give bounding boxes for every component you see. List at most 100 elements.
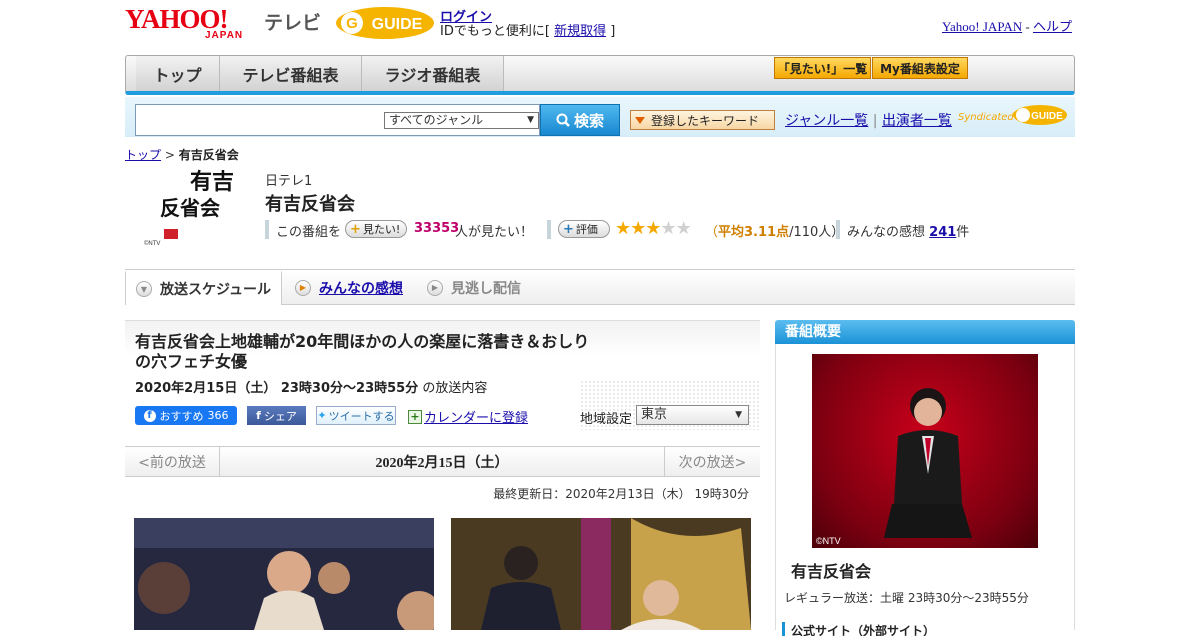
star-filled-icon: ★ xyxy=(645,218,661,239)
yahoo-japan-link[interactable]: Yahoo! JAPAN xyxy=(942,19,1022,34)
sidebar-program-photo-art: ©NTV xyxy=(816,388,972,546)
mitai-button-label: 見たい! xyxy=(362,223,401,236)
tweet-button-label: ツイートする xyxy=(328,409,395,423)
play-icon: ▶ xyxy=(295,279,311,296)
episode-date-line: 2020年2月15日（土） 23時30分～23時55分 の放送内容 xyxy=(135,377,487,396)
mitai-list-button[interactable]: 「見たい!」一覧 xyxy=(774,57,871,79)
facebook-share-button[interactable]: f シェア xyxy=(247,406,306,425)
genre-list-link[interactable]: ジャンル一覧 xyxy=(785,113,868,129)
stats-divider xyxy=(265,220,269,239)
breadcrumb-current: 有吉反省会 xyxy=(178,148,239,162)
episode-photo-2[interactable] xyxy=(451,518,751,630)
rating-stars: ★★★★★ xyxy=(615,218,692,239)
impressions-suffix: 件 xyxy=(956,225,970,240)
keyword-button-label: 登録したキーワード xyxy=(651,113,760,128)
tab-impressions[interactable]: ▶ みんなの感想 xyxy=(285,270,415,305)
sidebar-program-title: 有吉反省会 xyxy=(791,562,872,581)
calendar-plus-icon: + xyxy=(408,409,422,424)
stats-divider xyxy=(547,220,551,239)
syndicated-text: Syndicated xyxy=(958,112,1014,123)
nav-tab-tv[interactable]: テレビ番組表 xyxy=(220,56,362,91)
gguide-logo-text: GUIDE xyxy=(372,16,423,33)
tab-streaming[interactable]: ▶ 見逃し配信 xyxy=(417,270,537,305)
prev-broadcast-link[interactable]: <前の放送 xyxy=(125,447,220,476)
genre-select[interactable]: すべてのジャンル xyxy=(384,112,539,129)
region-select-value: 東京 xyxy=(641,407,668,422)
broadcast-pager: <前の放送 2020年2月15日（土） 次の放送> xyxy=(125,446,760,477)
impressions-summary: みんなの感想 241件 xyxy=(847,221,969,240)
plus-icon: + xyxy=(563,221,574,237)
program-tabs: ▼ 放送スケジュール ▶ みんなの感想 ▶ 見逃し配信 xyxy=(125,269,1075,305)
mitai-button[interactable]: + 見たい! xyxy=(345,220,408,238)
this-program-label: この番組を xyxy=(276,225,342,240)
link-separator: - xyxy=(1025,19,1030,34)
star-empty-icon: ★ xyxy=(660,218,676,239)
impressions-label: みんなの感想 xyxy=(847,225,926,240)
twitter-bird-icon: ✦ xyxy=(317,409,327,422)
calendar-register-link[interactable]: カレンダーに登録 xyxy=(424,407,528,426)
episode-title: 有吉反省会上地雄輔が20年間ほかの人の楽屋に落書き＆おしりの穴フェチ女優 xyxy=(135,332,590,371)
rating-button[interactable]: + 評価 xyxy=(558,220,610,238)
facebook-icon: f xyxy=(143,409,156,422)
tab-streaming-label: 見逃し配信 xyxy=(451,280,521,297)
calendar-register[interactable]: + カレンダーに登録 xyxy=(408,407,528,426)
pager-current-date: 2020年2月15日（土） xyxy=(375,455,509,471)
help-link[interactable]: ヘルプ xyxy=(1033,19,1072,34)
search-links: ジャンル一覧 | 出演者一覧 xyxy=(785,110,952,130)
play-icon: ▶ xyxy=(427,279,443,296)
sidebar-air-time: レギュラー放送：土曜 23時30分～23時55分 xyxy=(784,591,1029,605)
program-stats: この番組を + 見たい! 33353 人が見たい！ + 評価 ★★★★★ （平均… xyxy=(265,218,985,240)
tab-impressions-label[interactable]: みんなの感想 xyxy=(319,278,403,298)
sidebar-heading: 番組概要 xyxy=(775,320,1075,344)
tweet-button[interactable]: ✦ ツイートする xyxy=(316,406,396,425)
episode-photo-2-art xyxy=(451,518,751,630)
stats-divider xyxy=(836,220,840,239)
search-button-label: 検索 xyxy=(573,111,604,130)
top-right-links: Yahoo! JAPAN - ヘルプ xyxy=(942,16,1072,35)
tab-schedule[interactable]: ▼ 放送スケジュール xyxy=(125,270,282,305)
facebook-recommend-button[interactable]: f おすすめ 366 xyxy=(135,406,237,425)
program-logo-line2: 反省会 xyxy=(160,196,220,220)
genre-select-value: すべてのジャンル xyxy=(389,113,484,127)
channel-name: 日テレ1 xyxy=(265,174,313,189)
gguide-logo[interactable]: G GUIDE xyxy=(335,6,435,40)
gguide-small-logo-text: GUIDE xyxy=(1031,111,1063,122)
search-button[interactable]: 検索 xyxy=(540,104,620,136)
plus-icon: + xyxy=(350,221,361,237)
breadcrumb-sep: > xyxy=(164,148,175,162)
region-select[interactable]: 東京 xyxy=(636,405,749,425)
tv-logo-text[interactable]: テレビ xyxy=(264,8,321,35)
facebook-share-label: シェア xyxy=(263,409,297,423)
keyword-button[interactable]: 登録したキーワード xyxy=(630,110,775,130)
my-schedule-button[interactable]: My番組表設定 xyxy=(872,57,968,79)
program-title: 有吉反省会 xyxy=(265,194,355,215)
sidebar-official-site[interactable]: 公式サイト（外部サイト） xyxy=(782,622,935,636)
yahoo-logo[interactable]: YAHOO! xyxy=(125,6,229,33)
login-sub-prefix: IDでもっと便利に[ xyxy=(440,24,550,39)
sidebar-program-photo: ©NTV xyxy=(812,354,1038,548)
tab-schedule-label: 放送スケジュール xyxy=(160,282,272,298)
rating-average: 平均3.11点 xyxy=(718,225,790,240)
sidebar-photo-credit: ©NTV xyxy=(816,536,841,546)
episode-photo-1-art xyxy=(134,518,434,630)
next-broadcast-link[interactable]: 次の放送> xyxy=(664,447,760,476)
search-icon xyxy=(556,113,570,127)
facebook-icon: f xyxy=(256,409,261,422)
impressions-count-link[interactable]: 241 xyxy=(929,225,956,240)
facebook-recommend-label: おすすめ xyxy=(159,409,204,423)
breadcrumb-top[interactable]: トップ xyxy=(125,148,161,162)
episode-photo-1[interactable] xyxy=(134,518,434,630)
svg-text:G: G xyxy=(346,15,358,32)
syndicated-badge: Syndicated GUIDE xyxy=(958,104,1068,126)
mitai-count: 33353 xyxy=(414,221,460,236)
cast-list-link[interactable]: 出演者一覧 xyxy=(882,113,952,129)
nav-tab-radio[interactable]: ラジオ番組表 xyxy=(362,56,504,91)
last-updated: 最終更新日：2020年2月13日（木） 19時30分 xyxy=(493,487,749,501)
region-label: 地域設定 xyxy=(580,412,633,427)
facebook-recommend-count: 366 xyxy=(207,409,229,422)
chevron-down-icon: ▼ xyxy=(136,281,152,297)
register-link[interactable]: 新規取得 xyxy=(554,24,606,39)
rating-summary: （平均3.11点/110人） xyxy=(705,221,844,240)
nav-tab-top[interactable]: トップ xyxy=(136,56,220,91)
main-nav: トップ テレビ番組表 ラジオ番組表 「見たい!」一覧 My番組表設定 xyxy=(125,55,1075,95)
